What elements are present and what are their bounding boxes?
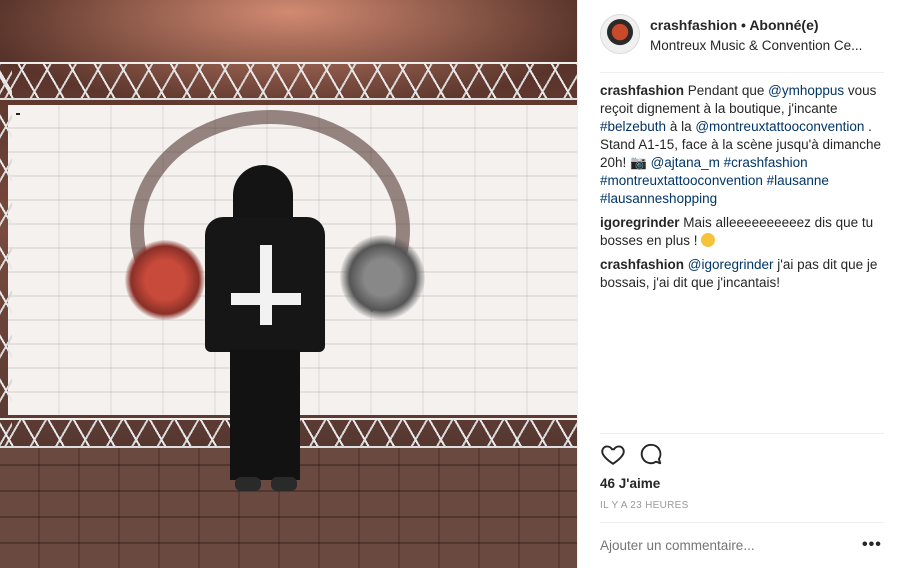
- comment-text: Pendant que: [687, 83, 769, 98]
- avatar[interactable]: [600, 14, 640, 54]
- left-shoe: [235, 477, 261, 491]
- footer-divider: [600, 522, 884, 523]
- post-timestamp[interactable]: IL Y A 23 HEURES: [600, 500, 689, 511]
- comment-list: crashfashion Pendant que @ymhoppus vous …: [600, 82, 884, 298]
- comment-icon[interactable]: [638, 441, 664, 467]
- header-user-line: crashfashion • Abonné(e): [650, 17, 819, 33]
- inverted-cross-bar: [231, 293, 301, 305]
- mention-link[interactable]: @igoregrinder: [688, 257, 774, 272]
- comment-username[interactable]: igoregrinder: [600, 215, 680, 230]
- sponsor-logo: [16, 113, 20, 115]
- samurai-emblem: [125, 240, 205, 320]
- header-username[interactable]: crashfashion: [650, 17, 737, 33]
- mention-link[interactable]: @ymhoppus: [768, 83, 844, 98]
- comment-text: à la: [666, 119, 696, 134]
- mention-link[interactable]: @ajtana_m: [651, 155, 720, 170]
- legs: [230, 350, 300, 480]
- post-header: crashfashion • Abonné(e) Montreux Music …: [578, 0, 900, 72]
- heart-icon[interactable]: [600, 441, 626, 467]
- post-photo[interactable]: [0, 0, 577, 568]
- grimace-emoji-icon: [701, 233, 716, 247]
- truss-top: [0, 62, 577, 100]
- mention-link[interactable]: @montreuxtattooconvention: [695, 119, 864, 134]
- add-comment-input[interactable]: [600, 538, 840, 553]
- header-separator: •: [741, 17, 746, 33]
- inverted-cross-icon: [260, 245, 272, 325]
- more-options-icon[interactable]: •••: [862, 536, 882, 554]
- truss-left: [0, 62, 12, 448]
- hashtag-link[interactable]: #montreuxtattooconvention: [600, 173, 763, 188]
- right-shoe: [271, 477, 297, 491]
- hashtag-link[interactable]: #crashfashion: [724, 155, 808, 170]
- comment-username[interactable]: crashfashion: [600, 83, 684, 98]
- comment: crashfashion Pendant que @ymhoppus vous …: [600, 82, 884, 208]
- location-link[interactable]: Montreux Music & Convention Ce...: [650, 38, 886, 53]
- hashtag-link[interactable]: #lausanne: [767, 173, 829, 188]
- follow-status[interactable]: Abonné(e): [749, 17, 818, 33]
- comments-divider: [600, 433, 884, 434]
- post-sidebar: crashfashion • Abonné(e) Montreux Music …: [577, 0, 900, 568]
- hashtag-link[interactable]: #lausanneshopping: [600, 191, 717, 206]
- header-divider: [600, 72, 884, 73]
- like-count[interactable]: 46 J'aime: [600, 476, 660, 491]
- comment: igoregrinder Mais alleeeeeeeeeez dis que…: [600, 214, 884, 250]
- hashtag-link[interactable]: #belzebuth: [600, 119, 666, 134]
- hooded-person: [205, 165, 325, 495]
- comment: crashfashion @igoregrinder j'ai pas dit …: [600, 256, 884, 292]
- comment-username[interactable]: crashfashion: [600, 257, 684, 272]
- tiger-emblem: [340, 235, 425, 320]
